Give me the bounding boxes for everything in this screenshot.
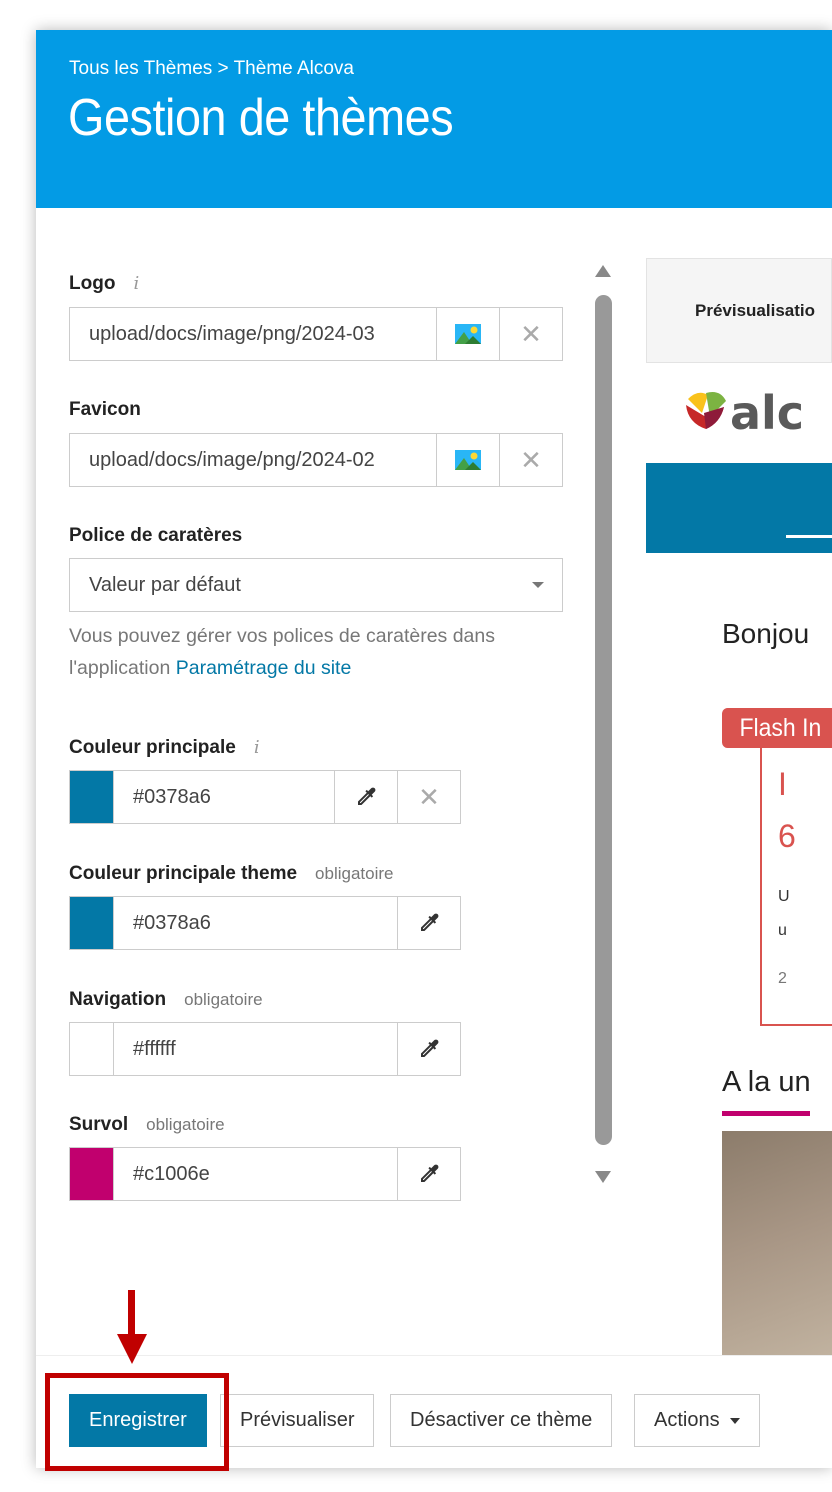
hover-color-picker-button[interactable] [398, 1147, 461, 1201]
favicon-input-group: upload/docs/image/png/2024-02 ✕ [69, 433, 563, 487]
navigation-color-input[interactable]: #ffffff [113, 1022, 398, 1076]
scroll-up-arrow-icon[interactable] [595, 265, 611, 277]
chevron-down-icon [532, 582, 544, 588]
chevron-down-icon [729, 1417, 740, 1424]
actions-label: Actions [654, 1409, 720, 1431]
preview-logo: alc [684, 383, 832, 444]
eyedropper-icon [421, 1039, 439, 1057]
hover-color-swatch[interactable] [69, 1147, 113, 1201]
preview-flash-date: 2 [778, 970, 787, 987]
theme-color-input[interactable]: #0378a6 [113, 896, 398, 950]
logo-image-picker-button[interactable] [437, 307, 500, 361]
font-help-text: Vous pouvez gérer vos polices de caratèr… [69, 620, 559, 684]
preview-flash-card: I 6 U u 2 [760, 748, 832, 1026]
theme-color-input-group: #0378a6 [69, 896, 461, 950]
site-settings-link[interactable]: Paramétrage du site [176, 657, 352, 679]
font-select[interactable]: Valeur par défaut [69, 558, 563, 612]
actions-dropdown-button[interactable]: Actions [634, 1394, 760, 1447]
deactivate-theme-button[interactable]: Désactiver ce thème [390, 1394, 613, 1447]
preview-flash-text-line2: u [778, 922, 787, 939]
image-icon [455, 450, 481, 470]
main-color-picker-button[interactable] [335, 770, 398, 824]
logo-input-group: upload/docs/image/png/2024-03 ✕ [69, 307, 563, 361]
preview-nav-active-underline [786, 535, 832, 538]
scrollbar-thumb[interactable] [595, 295, 612, 1145]
hover-color-input-group: #c1006e [69, 1147, 461, 1201]
hover-color-input[interactable]: #c1006e [113, 1147, 398, 1201]
preview-greeting: Bonjou [722, 618, 810, 649]
favicon-image-picker-button[interactable] [437, 433, 500, 487]
navigation-label: Navigation obligatoire [69, 989, 263, 1011]
logo-clear-button[interactable]: ✕ [500, 307, 563, 361]
theme-color-swatch[interactable] [69, 896, 113, 950]
close-icon: ✕ [520, 445, 542, 475]
navigation-color-swatch[interactable] [69, 1022, 113, 1076]
image-icon [455, 324, 481, 344]
navigation-color-input-group: #ffffff [69, 1022, 461, 1076]
page-header: Tous les Thèmes > Thème Alcova Gestion d… [36, 30, 832, 208]
font-label: Police de caratères [69, 525, 243, 546]
logo-label: Logo i [69, 273, 139, 295]
preview-flash-badge: Flash In [722, 708, 832, 748]
favicon-path-input[interactable]: upload/docs/image/png/2024-02 [69, 433, 437, 487]
alcova-logo-icon: alc [686, 386, 804, 440]
favicon-clear-button[interactable]: ✕ [500, 433, 563, 487]
navigation-color-picker-button[interactable] [398, 1022, 461, 1076]
main-color-label-text: Couleur principale [69, 737, 236, 758]
font-select-value: Valeur par défaut [89, 574, 241, 596]
scroll-down-arrow-icon[interactable] [595, 1171, 611, 1183]
eyedropper-icon [421, 1164, 439, 1182]
preview-button[interactable]: Prévisualiser [220, 1394, 375, 1447]
preview-title: Prévisualisatio [695, 301, 816, 320]
logo-path-input[interactable]: upload/docs/image/png/2024-03 [69, 307, 437, 361]
main-color-input-group: #0378a6 ✕ [69, 770, 461, 824]
favicon-label: Favicon [69, 399, 141, 420]
theme-color-picker-button[interactable] [398, 896, 461, 950]
preview-headline-underline [722, 1111, 810, 1116]
preview-logo-text: alc [730, 386, 804, 439]
eyedropper-icon [421, 913, 439, 931]
main-color-label: Couleur principale i [69, 737, 260, 759]
navigation-label-text: Navigation [69, 989, 167, 1010]
hover-label-text: Survol [69, 1114, 129, 1135]
hover-label: Survol obligatoire [69, 1114, 225, 1136]
preview-flash-title-line1: I [778, 766, 787, 802]
eyedropper-icon [358, 787, 376, 805]
theme-editor-window: Tous les Thèmes > Thème Alcova Gestion d… [36, 30, 832, 1468]
required-hint: obligatoire [146, 1115, 225, 1134]
annotation-highlight-box [45, 1373, 229, 1471]
preview-header: Prévisualisatio [646, 258, 832, 363]
annotation-arrow-shaft [128, 1290, 135, 1336]
annotation-arrow-icon [117, 1334, 147, 1364]
required-hint: obligatoire [184, 990, 263, 1009]
close-icon: ✕ [418, 782, 440, 812]
main-color-swatch[interactable] [69, 770, 113, 824]
preview-flash-title-line2: 6 [778, 818, 796, 854]
info-icon[interactable]: i [133, 273, 139, 294]
form-scrollbar[interactable] [594, 265, 612, 1185]
theme-color-label-text: Couleur principale theme [69, 863, 298, 884]
page-title: Gestion de thèmes [68, 89, 454, 147]
preview-flash-text-line1: U [778, 888, 790, 905]
info-icon[interactable]: i [254, 737, 260, 758]
main-color-clear-button[interactable]: ✕ [398, 770, 461, 824]
theme-preview-pane: Prévisualisatio alc Bonjou Flash In I 6 … [646, 258, 832, 1358]
logo-label-text: Logo [69, 273, 116, 294]
preview-navigation-bar [646, 463, 832, 553]
close-icon: ✕ [520, 319, 542, 349]
theme-color-label: Couleur principale theme obligatoire [69, 863, 394, 885]
required-hint: obligatoire [315, 864, 394, 883]
main-color-input[interactable]: #0378a6 [113, 770, 335, 824]
breadcrumb[interactable]: Tous les Thèmes > Thème Alcova [69, 58, 354, 80]
preview-headline-title: A la un [722, 1066, 811, 1098]
preview-headline-image [722, 1131, 832, 1358]
